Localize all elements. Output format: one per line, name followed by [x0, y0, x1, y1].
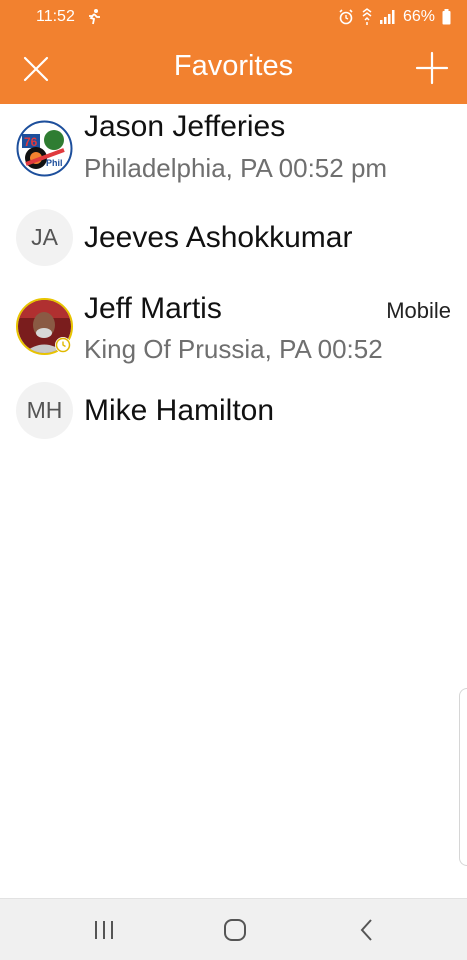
wifi-calling-icon: [361, 7, 373, 26]
scrollbar-handle[interactable]: [459, 688, 467, 866]
back-icon: [360, 919, 372, 941]
home-icon: [224, 919, 246, 941]
list-item[interactable]: MH Mike Hamilton: [0, 370, 467, 456]
contact-location-time: Philadelphia, PA 00:52 pm: [84, 153, 388, 183]
app-bar: Favorites: [0, 33, 467, 104]
contact-location-time: King Of Prussia, PA 00:52: [84, 334, 383, 364]
avatar: JA: [16, 209, 73, 266]
status-bar-right: 66%: [338, 8, 451, 26]
plus-icon: [415, 51, 449, 85]
recent-apps-button[interactable]: [74, 899, 134, 960]
svg-text:Phil: Phil: [46, 158, 63, 168]
status-bar: 11:52 66%: [0, 0, 467, 33]
close-icon: [23, 56, 49, 82]
avatar: MH: [16, 382, 73, 439]
status-bar-left: 11:52: [36, 8, 103, 26]
alarm-icon: [338, 8, 354, 25]
signal-icon: [379, 9, 396, 24]
status-time: 11:52: [36, 7, 75, 25]
favorites-list: 76 Phil Jason Jefferies Philadelphia, PA…: [0, 104, 467, 456]
list-item[interactable]: JA Jeeves Ashokkumar: [0, 194, 467, 280]
list-item[interactable]: 76 Phil Jason Jefferies Philadelphia, PA…: [0, 104, 467, 194]
team-logo-photo: 76 Phil: [16, 120, 73, 177]
page-title: Favorites: [173, 50, 294, 82]
avatar: 76 Phil: [16, 120, 73, 177]
contact-name: Jeff Martis: [84, 292, 222, 325]
list-item[interactable]: Jeff Martis Mobile King Of Prussia, PA 0…: [0, 280, 467, 370]
add-favorite-button[interactable]: [415, 51, 449, 85]
contact-name: Jeeves Ashokkumar: [84, 221, 353, 254]
contact-name: Mike Hamilton: [84, 394, 275, 427]
recent-apps-icon: [95, 921, 113, 939]
home-button[interactable]: [205, 899, 265, 960]
navigation-bar: [0, 898, 467, 960]
close-button[interactable]: [22, 55, 50, 83]
battery-icon: [442, 8, 451, 25]
clock-icon: [55, 337, 71, 353]
battery-percent: 66%: [402, 7, 435, 25]
phone-type-label: Mobile: [386, 298, 451, 323]
running-icon: [85, 8, 103, 26]
contact-name: Jason Jefferies: [84, 110, 286, 143]
svg-text:76: 76: [24, 135, 38, 149]
back-button[interactable]: [336, 899, 396, 960]
